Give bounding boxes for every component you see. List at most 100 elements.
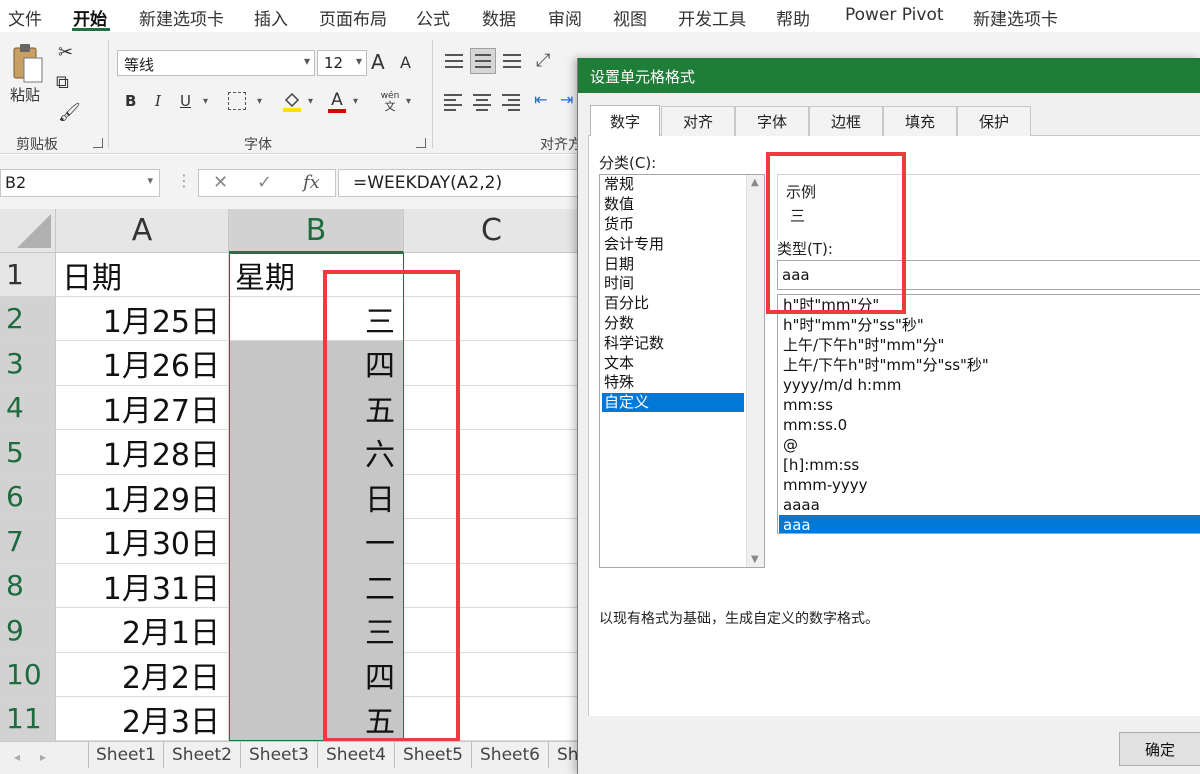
clipboard-launcher-icon[interactable]	[93, 138, 103, 148]
cell-a1[interactable]: 日期	[56, 253, 229, 297]
cell-b2[interactable]: 三	[229, 297, 404, 341]
category-scrollbar[interactable]: ▲ ▼	[746, 175, 764, 567]
align-bottom-icon[interactable]	[502, 50, 522, 72]
chevron-down-icon[interactable]: ▾	[203, 96, 208, 107]
tab-file[interactable]: 文件	[8, 5, 42, 30]
category-time[interactable]: 时间	[602, 274, 744, 293]
scroll-left-icon[interactable]: ◂	[14, 750, 20, 764]
cell-b3[interactable]: 四	[229, 341, 404, 386]
cell-b5[interactable]: 六	[229, 430, 404, 475]
cell-c10[interactable]	[404, 653, 580, 697]
align-right-icon[interactable]	[500, 92, 520, 112]
shrink-font-button[interactable]: A	[400, 53, 411, 72]
format-item[interactable]: mmm-yyyy	[779, 475, 1200, 495]
align-middle-icon[interactable]	[470, 48, 496, 74]
tab-new-tab-2[interactable]: 新建选项卡	[973, 5, 1058, 30]
category-text[interactable]: 文本	[602, 354, 744, 373]
format-item-selected[interactable]: aaa	[779, 515, 1200, 533]
name-box[interactable]: B2 ▾	[0, 169, 160, 197]
cell-c5[interactable]	[404, 430, 580, 475]
chevron-down-icon[interactable]: ▾	[406, 96, 411, 107]
row-header-10[interactable]: 10	[0, 653, 56, 697]
sheet-tab-5[interactable]: Sheet5	[395, 742, 472, 768]
row-header-6[interactable]: 6	[0, 475, 56, 519]
cell-b10[interactable]: 四	[229, 653, 404, 697]
cancel-icon[interactable]: ✕	[213, 172, 228, 193]
italic-button[interactable]: I	[155, 92, 161, 110]
format-item[interactable]: 上午/下午h"时"mm"分"ss"秒"	[779, 355, 1200, 375]
cell-c2[interactable]	[404, 297, 580, 341]
cell-c4[interactable]	[404, 386, 580, 430]
cell-b11[interactable]: 五	[229, 697, 404, 741]
increase-indent-icon[interactable]: ⇥	[560, 90, 573, 109]
cell-b9[interactable]: 三	[229, 608, 404, 653]
cell-c1[interactable]	[404, 253, 580, 297]
sheet-tab-6[interactable]: Sheet6	[472, 742, 549, 768]
bold-button[interactable]: B	[125, 92, 136, 110]
row-header-1[interactable]: 1	[0, 253, 56, 297]
ok-button[interactable]: 确定	[1119, 732, 1200, 766]
row-header-4[interactable]: 4	[0, 386, 56, 430]
chevron-down-icon[interactable]: ▾	[308, 96, 313, 107]
category-date[interactable]: 日期	[602, 255, 744, 274]
insert-function-icon[interactable]: fx	[303, 172, 320, 193]
type-input[interactable]: aaa	[777, 260, 1200, 290]
cell-a9[interactable]: 2月1日	[56, 608, 229, 653]
cell-c9[interactable]	[404, 608, 580, 653]
font-name-select[interactable]: 等线 ▾	[117, 50, 315, 76]
tab-new-tab-1[interactable]: 新建选项卡	[139, 5, 224, 30]
tab-help[interactable]: 帮助	[776, 5, 810, 30]
cell-b4[interactable]: 五	[229, 386, 404, 430]
align-left-icon[interactable]	[444, 92, 464, 112]
orientation-icon[interactable]: ⤢	[536, 50, 550, 71]
category-percentage[interactable]: 百分比	[602, 294, 744, 313]
cell-a11[interactable]: 2月3日	[56, 697, 229, 741]
column-header-a[interactable]: A	[56, 209, 229, 253]
cell-b8[interactable]: 二	[229, 564, 404, 608]
select-all-button[interactable]	[0, 209, 56, 253]
column-header-c[interactable]: C	[404, 209, 580, 253]
dialog-tab-border[interactable]: 边框	[809, 106, 883, 136]
category-currency[interactable]: 货币	[602, 215, 744, 234]
row-header-11[interactable]: 11	[0, 697, 56, 741]
align-top-icon[interactable]	[444, 50, 464, 72]
tab-formulas[interactable]: 公式	[416, 5, 450, 30]
scroll-down-icon[interactable]: ▼	[751, 554, 759, 565]
category-special[interactable]: 特殊	[602, 373, 744, 392]
cell-a4[interactable]: 1月27日	[56, 386, 229, 430]
enter-icon[interactable]: ✓	[257, 172, 272, 193]
cell-c7[interactable]	[404, 519, 580, 564]
tab-home[interactable]: 开始	[73, 5, 107, 30]
scroll-right-icon[interactable]: ▸	[40, 750, 46, 764]
cell-a8[interactable]: 1月31日	[56, 564, 229, 608]
dialog-tab-alignment[interactable]: 对齐	[661, 106, 735, 136]
format-item[interactable]: mm:ss.0	[779, 415, 1200, 435]
cell-a3[interactable]: 1月26日	[56, 341, 229, 386]
fill-color-icon[interactable]	[282, 90, 302, 112]
tab-data[interactable]: 数据	[482, 5, 516, 30]
row-header-9[interactable]: 9	[0, 608, 56, 653]
cell-c8[interactable]	[404, 564, 580, 608]
row-header-8[interactable]: 8	[0, 564, 56, 608]
chevron-down-icon[interactable]: ▾	[353, 96, 358, 107]
font-color-button[interactable]: A	[327, 90, 347, 114]
row-header-3[interactable]: 3	[0, 341, 56, 386]
cut-icon[interactable]: ✂	[58, 42, 73, 63]
cell-c3[interactable]	[404, 341, 580, 386]
sheet-tab-3[interactable]: Sheet3	[241, 742, 318, 768]
cell-a2[interactable]: 1月25日	[56, 297, 229, 341]
dialog-tab-protection[interactable]: 保护	[957, 106, 1031, 136]
category-accounting[interactable]: 会计专用	[602, 235, 744, 254]
category-scientific[interactable]: 科学记数	[602, 334, 744, 353]
font-launcher-icon[interactable]	[416, 138, 426, 148]
chevron-down-icon[interactable]: ▾	[257, 96, 262, 107]
copy-icon[interactable]: ⧉	[56, 72, 69, 93]
format-item[interactable]: aaaa	[779, 495, 1200, 515]
cell-b1[interactable]: 星期	[229, 253, 404, 297]
scroll-up-icon[interactable]: ▲	[751, 177, 759, 188]
cell-a10[interactable]: 2月2日	[56, 653, 229, 697]
dialog-tab-font[interactable]: 字体	[735, 106, 809, 136]
tab-view[interactable]: 视图	[613, 5, 647, 30]
tab-developer[interactable]: 开发工具	[678, 5, 746, 30]
format-item[interactable]: 上午/下午h"时"mm"分"	[779, 335, 1200, 355]
